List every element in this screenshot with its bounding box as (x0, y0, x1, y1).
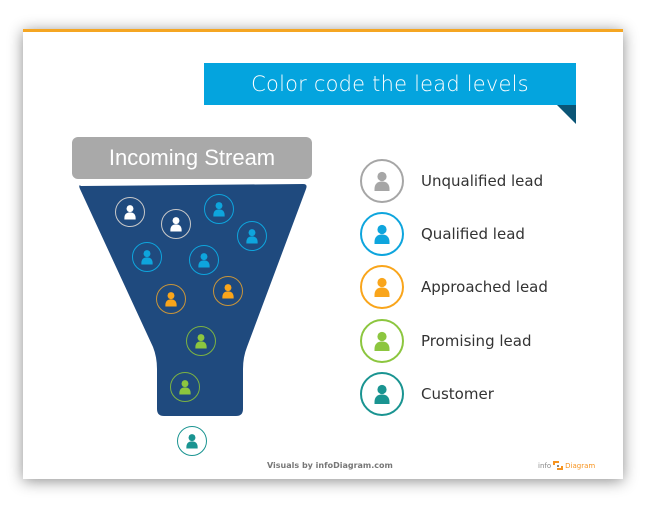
funnel-person-unqualified-lead (161, 209, 191, 239)
legend-user-icon (360, 372, 404, 416)
legend-user-icon (360, 265, 404, 309)
user-icon (186, 434, 198, 449)
funnel-person-qualified-lead (189, 245, 219, 275)
funnel-shape (79, 184, 307, 416)
user-icon (141, 250, 153, 265)
funnel-person-customer (177, 426, 207, 456)
legend-item: Qualified lead (360, 212, 525, 256)
funnel-person-unqualified-lead (115, 197, 145, 227)
funnel-person-approached-lead (156, 284, 186, 314)
brand-suffix: Diagram (565, 461, 596, 470)
user-icon (222, 284, 234, 299)
brand-logo: info Diagram (538, 461, 595, 470)
legend-label: Promising lead (421, 332, 532, 350)
legend-item: Customer (360, 372, 494, 416)
user-icon (213, 202, 225, 217)
legend-label: Approached lead (421, 278, 548, 296)
infodiagram-logo-icon (553, 461, 564, 470)
funnel-person-promising-lead (186, 326, 216, 356)
legend-label: Customer (421, 385, 494, 403)
user-icon (374, 224, 390, 244)
legend-user-icon (360, 159, 404, 203)
slide: Color code the lead levels Incoming Stre… (23, 29, 623, 479)
legend-item: Approached lead (360, 265, 548, 309)
legend-label: Qualified lead (421, 225, 525, 243)
legend-label: Unqualified lead (421, 172, 544, 190)
funnel-person-qualified-lead (237, 221, 267, 251)
user-icon (374, 331, 390, 351)
funnel-person-qualified-lead (204, 194, 234, 224)
user-icon (246, 229, 258, 244)
user-icon (165, 292, 177, 307)
funnel-person-approached-lead (213, 276, 243, 306)
user-icon (170, 217, 182, 232)
legend-user-icon (360, 212, 404, 256)
user-icon (198, 253, 210, 268)
legend-item: Promising lead (360, 319, 531, 363)
user-icon (124, 205, 136, 220)
brand-prefix: info (538, 461, 552, 470)
user-icon (374, 171, 390, 191)
user-icon (374, 384, 390, 404)
legend-item: Unqualified lead (360, 159, 543, 203)
funnel-person-qualified-lead (132, 242, 162, 272)
legend-user-icon (360, 319, 404, 363)
funnel-person-promising-lead (170, 372, 200, 402)
footer-credit: Visuals by infoDiagram.com (267, 461, 393, 470)
user-icon (195, 334, 207, 349)
user-icon (374, 277, 390, 297)
user-icon (179, 380, 191, 395)
